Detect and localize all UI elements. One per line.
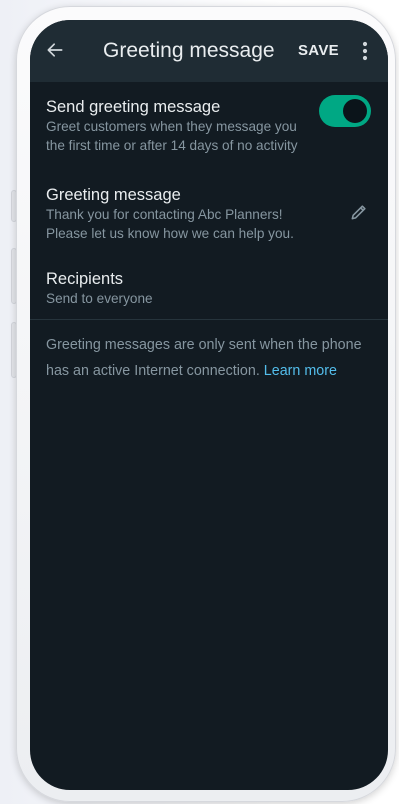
arrow-left-icon	[47, 43, 63, 57]
greeting-message-row[interactable]: Greeting message Thank you for contactin…	[46, 185, 346, 243]
save-button[interactable]: SAVE	[298, 42, 339, 59]
learn-more-link[interactable]: Learn more	[264, 363, 337, 379]
send-greeting-row[interactable]: Send greeting message Greet customers wh…	[46, 97, 346, 155]
recipients-value: Send to everyone	[46, 291, 153, 306]
send-greeting-toggle[interactable]	[319, 95, 371, 127]
more-options-button[interactable]	[356, 38, 374, 64]
more-vertical-icon	[362, 41, 368, 61]
page-title: Greeting message	[103, 39, 275, 62]
send-greeting-subtitle-line1: Greet customers when they message you	[46, 119, 297, 134]
divider	[30, 319, 388, 320]
stage: Greeting message SAVE Send greeting mess…	[0, 0, 399, 804]
toggle-knob	[343, 99, 367, 123]
recipients-row[interactable]: Recipients Send to everyone	[46, 269, 346, 308]
phone-screen: Greeting message SAVE Send greeting mess…	[30, 20, 388, 790]
pencil-icon	[351, 205, 366, 220]
info-text: Greeting messages are only sent when the…	[46, 332, 376, 384]
greeting-message-title: Greeting message	[46, 186, 181, 204]
edit-greeting-button[interactable]	[347, 200, 371, 224]
back-button[interactable]	[42, 37, 68, 63]
recipients-title: Recipients	[46, 270, 124, 288]
app-bar: Greeting message SAVE	[30, 20, 388, 82]
send-greeting-subtitle-line2: the first time or after 14 days of no ac…	[46, 138, 298, 153]
greeting-message-text-line1: Thank you for contacting Abc Planners!	[46, 207, 283, 222]
greeting-message-text-line2: Please let us know how we can help you.	[46, 226, 294, 241]
send-greeting-title: Send greeting message	[46, 98, 221, 116]
